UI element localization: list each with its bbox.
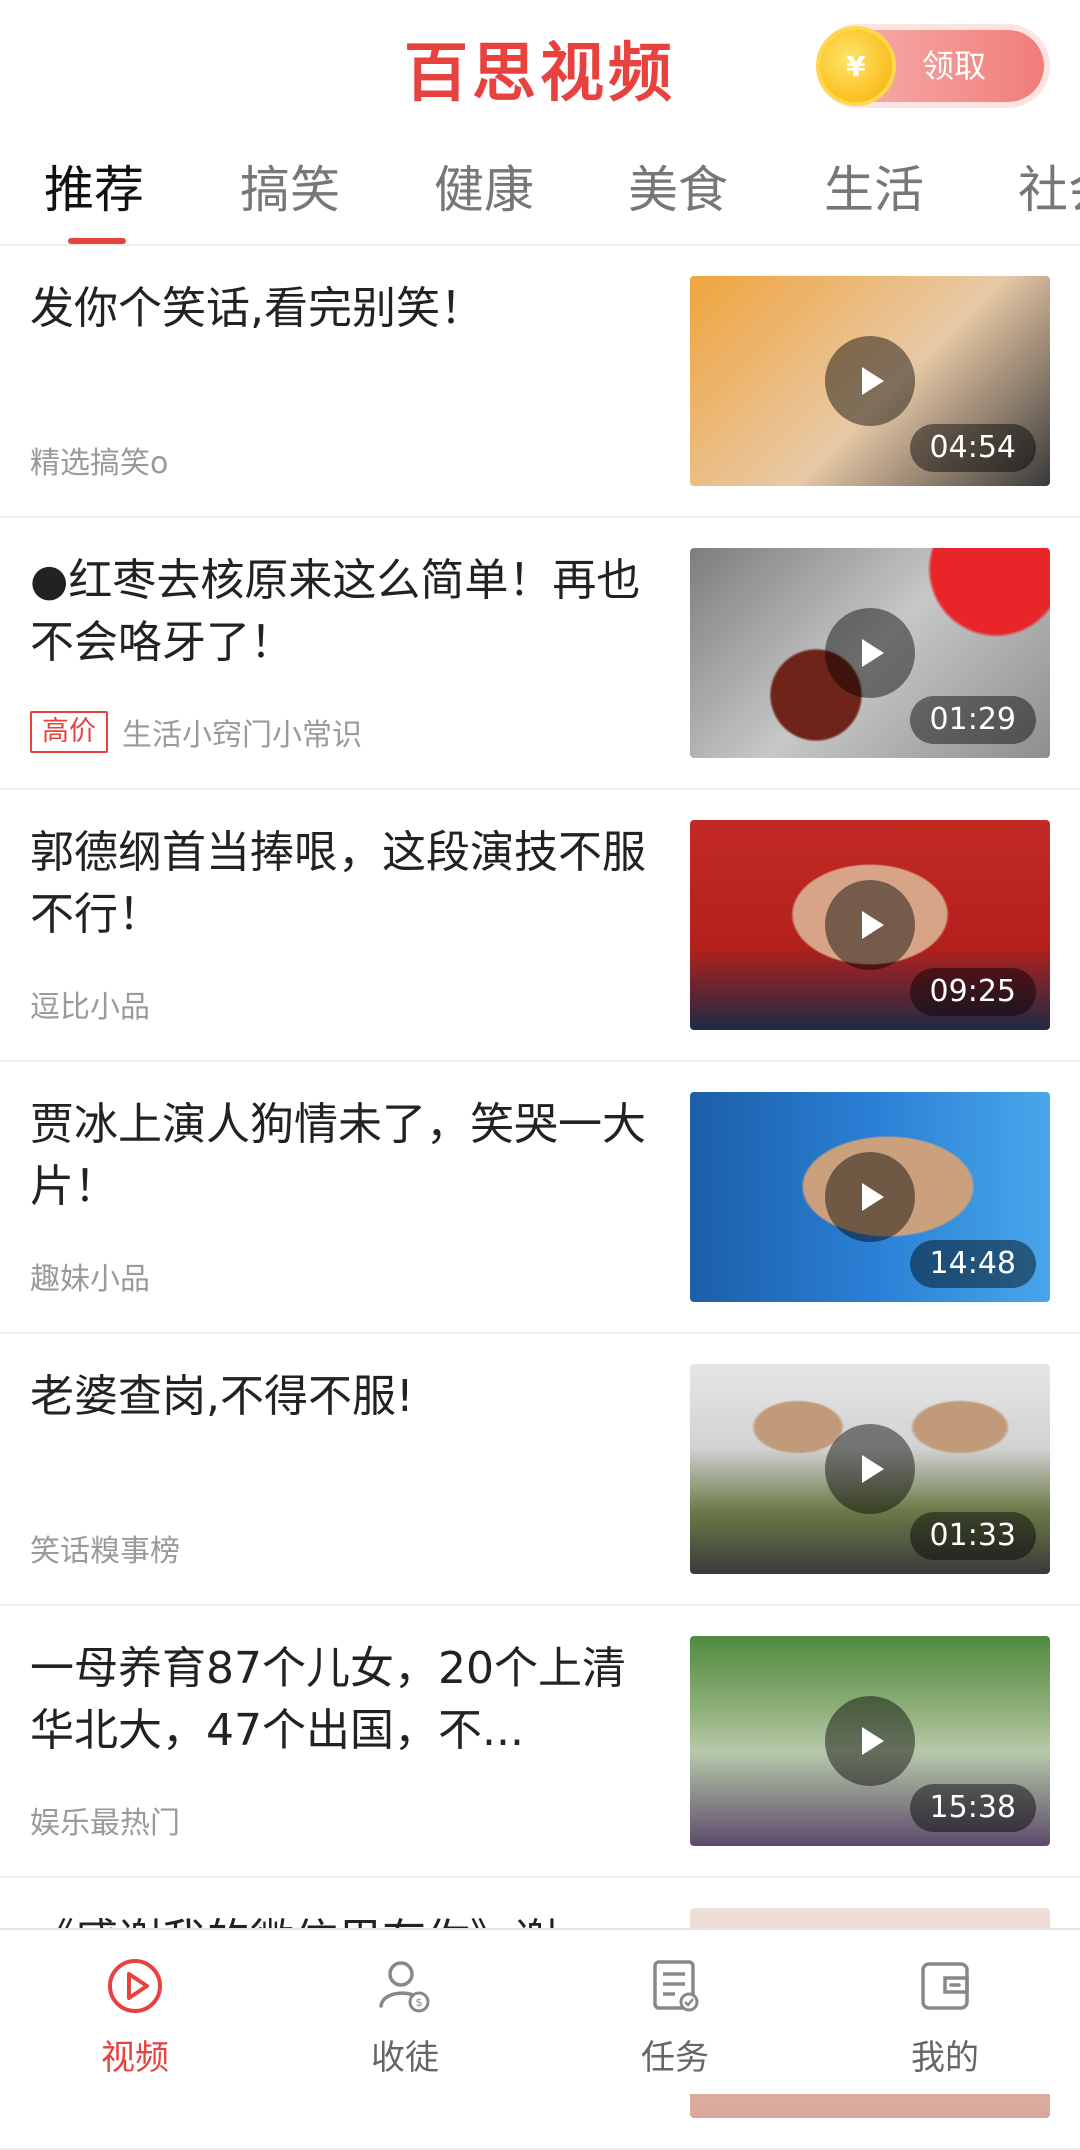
feed-item-meta: 高价 生活小窍门小常识 [30,711,362,753]
bottom-navigation: 视频 $ 收徒 任务 我的 [0,1928,1080,2094]
video-duration: 14:48 [909,1240,1036,1288]
feed-item-source: 精选搞笑o [30,446,169,481]
tab-life[interactable]: 生活 [824,150,924,222]
play-icon[interactable] [825,1424,915,1514]
app-header: 百思视频 ¥ 领取 [0,0,1080,130]
feed-item-meta: 精选搞笑o [30,440,169,481]
tab-food[interactable]: 美食 [628,150,728,222]
nav-mine[interactable]: 我的 [810,1930,1080,2096]
nav-label: 我的 [911,2038,979,2078]
feed-item-title: 发你个笑话,看完别笑！ [30,283,484,334]
tab-society[interactable]: 社会 [1018,150,1080,222]
price-badge: 高价 [30,711,108,753]
feed-item-meta: 笑话糗事榜 [30,1528,180,1569]
feed-item-title: 一母养育87个儿女，20个上清华北大，47个出国，不... [30,1643,626,1756]
video-play-icon [108,1959,162,2013]
feed-item-source: 生活小窍门小常识 [122,718,362,753]
user-coin-icon: $ [379,1961,430,2013]
feed-item-title: ●红枣去核原来这么简单！再也不会咯牙了！ [30,555,641,668]
active-tab-indicator [68,238,126,244]
feed-item[interactable]: 郭德纲首当捧哏，这段演技不服不行！ 逗比小品 09:25 [0,792,1080,1062]
feed-item-meta: 娱乐最热门 [30,1800,180,1841]
nav-apprentice[interactable]: $ 收徒 [270,1930,540,2096]
video-duration: 01:33 [909,1512,1036,1560]
video-duration: 15:38 [909,1784,1036,1832]
feed-item-source: 趣妹小品 [30,1262,150,1297]
feed-item[interactable]: 发你个笑话,看完别笑！ 精选搞笑o 04:54 [0,248,1080,518]
feed-item-source: 娱乐最热门 [30,1806,180,1841]
video-duration: 04:54 [909,424,1036,472]
video-thumbnail[interactable]: 14:48 [690,1092,1050,1302]
video-thumbnail[interactable]: 15:38 [690,1636,1050,1846]
nav-label: 任务 [641,2038,709,2078]
svg-text:$: $ [416,1996,423,2009]
category-tabs: 推荐 搞笑 健康 美食 生活 社会 [0,130,1080,246]
video-duration: 09:25 [909,968,1036,1016]
feed-item-title: 贾冰上演人狗情未了，笑哭一大片！ [30,1099,646,1212]
play-icon[interactable] [825,1696,915,1786]
nav-tasks[interactable]: 任务 [540,1930,810,2096]
video-thumbnail[interactable]: 04:54 [690,276,1050,486]
feed-item-meta: 趣妹小品 [30,1256,150,1297]
claim-reward-button[interactable]: ¥ 领取 [816,26,1044,106]
video-duration: 01:29 [909,696,1036,744]
nav-label: 收徒 [371,2038,439,2078]
video-thumbnail[interactable]: 01:33 [690,1364,1050,1574]
video-thumbnail[interactable]: 09:25 [690,820,1050,1030]
feed-item-title: 郭德纲首当捧哏，这段演技不服不行！ [30,827,646,940]
feed-item-title: 老婆查岗,不得不服! [30,1371,414,1422]
play-icon[interactable] [825,608,915,698]
play-icon[interactable] [825,880,915,970]
play-icon[interactable] [825,336,915,426]
nav-video[interactable]: 视频 [0,1930,270,2096]
nav-label: 视频 [101,2038,169,2078]
tab-recommend[interactable]: 推荐 [44,150,144,222]
claim-button-label: 领取 [922,47,987,85]
feed-item-meta: 逗比小品 [30,984,150,1025]
tab-health[interactable]: 健康 [434,150,534,222]
feed-item-source: 逗比小品 [30,990,150,1025]
video-thumbnail[interactable]: 01:29 [690,548,1050,758]
coin-icon: ¥ [816,26,896,106]
feed-item-source: 笑话糗事榜 [30,1534,180,1569]
feed-item[interactable]: 一母养育87个儿女，20个上清华北大，47个出国，不... 娱乐最热门 15:3… [0,1608,1080,1878]
wallet-icon [921,1962,969,2010]
task-list-icon [653,1960,699,2012]
play-icon[interactable] [825,1152,915,1242]
feed-item[interactable]: ●红枣去核原来这么简单！再也不会咯牙了！ 高价 生活小窍门小常识 01:29 [0,520,1080,790]
feed-item[interactable]: 贾冰上演人狗情未了，笑哭一大片！ 趣妹小品 14:48 [0,1064,1080,1334]
tab-funny[interactable]: 搞笑 [240,150,340,222]
feed-item[interactable]: 老婆查岗,不得不服! 笑话糗事榜 01:33 [0,1336,1080,1606]
